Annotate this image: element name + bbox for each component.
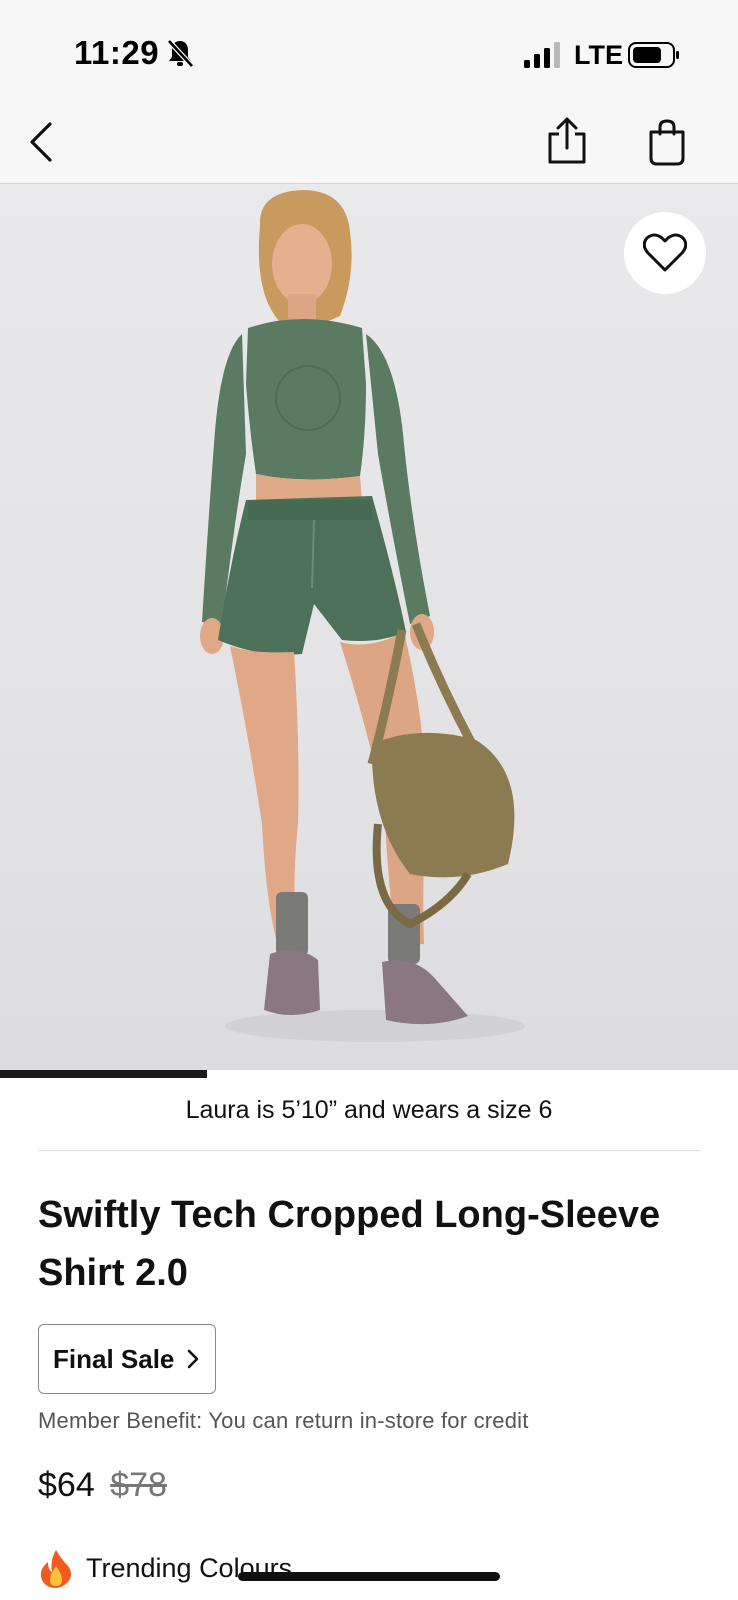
status-bar: 11:29 LTE: [0, 0, 738, 100]
network-type: LTE: [574, 40, 623, 70]
favorite-button[interactable]: [624, 212, 706, 294]
product-model-photo: [200, 190, 525, 1042]
product-title: Swiftly Tech Cropped Long-Sleeve Shirt 2…: [38, 1194, 661, 1294]
member-benefit-text: Member Benefit: You can return in-store …: [38, 1408, 529, 1433]
signal-icon: [524, 42, 560, 68]
share-icon[interactable]: [546, 116, 588, 166]
product-image-gallery[interactable]: [0, 184, 738, 1076]
gallery-progress-fill: [0, 1070, 207, 1078]
nav-bar: [0, 100, 738, 184]
model-size-info: Laura is 5’10” and wears a size 6: [185, 1096, 553, 1124]
chevron-left-icon[interactable]: [24, 118, 64, 166]
sale-price: $64: [38, 1466, 95, 1504]
heart-icon: [643, 233, 687, 272]
battery-icon: [628, 42, 679, 68]
fire-icon: [40, 1550, 71, 1588]
price-row: $64 $78: [38, 1466, 167, 1505]
final-sale-button[interactable]: Final Sale: [38, 1324, 216, 1394]
chevron-right-icon: [188, 1349, 199, 1369]
bell-off-icon: [167, 39, 194, 68]
status-time: 11:29: [74, 34, 160, 71]
original-price: $78: [110, 1466, 167, 1504]
final-sale-label: Final Sale: [53, 1343, 175, 1374]
shopping-bag-icon[interactable]: [648, 118, 686, 166]
divider: [38, 1150, 700, 1151]
home-indicator[interactable]: [238, 1572, 500, 1581]
trending-colours-header: Trending Colours: [38, 1548, 292, 1588]
gallery-progress-track: [0, 1070, 738, 1078]
